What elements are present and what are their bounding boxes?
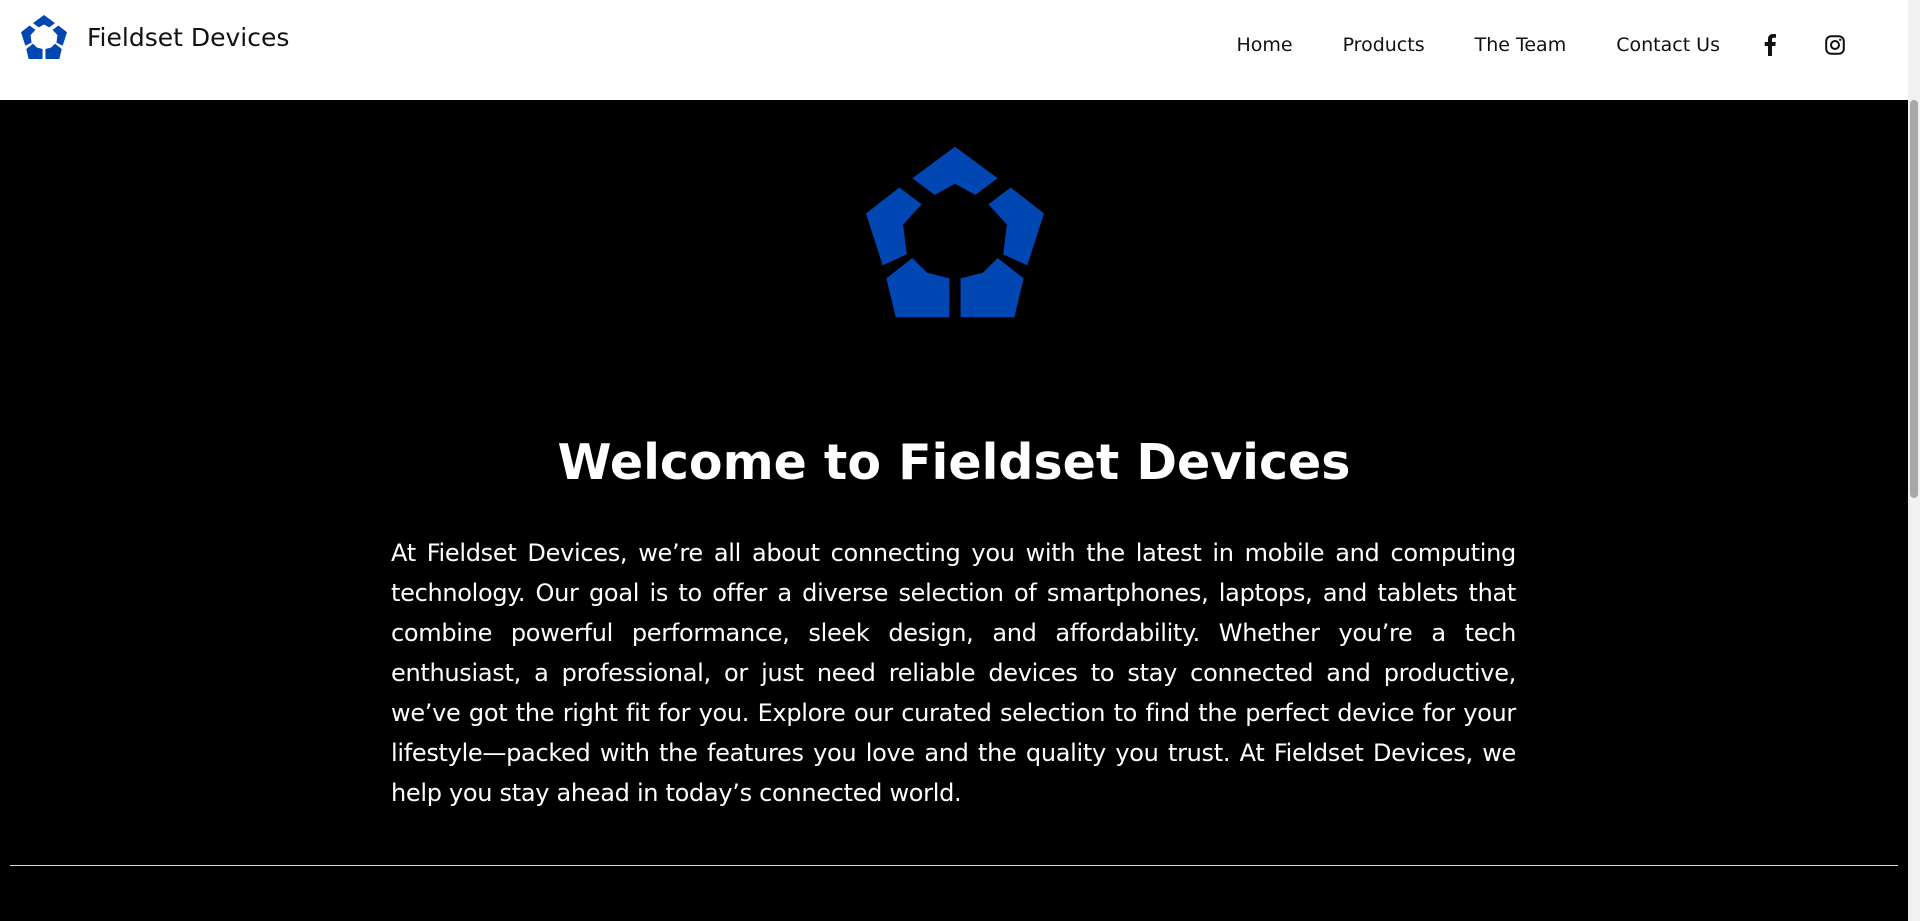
site-header: Fieldset Devices Home Products The Team … [0, 0, 1908, 100]
nav-contact-us[interactable]: Contact Us [1616, 32, 1720, 58]
social-links [1757, 32, 1848, 58]
brand-name: Fieldset Devices [87, 22, 290, 52]
nav-the-team[interactable]: The Team [1475, 32, 1567, 58]
hero-pentagon-logo-icon [866, 146, 1044, 318]
section-divider [10, 865, 1898, 866]
pentagon-logo-icon [21, 14, 67, 60]
hero-description: At Fieldset Devices, we’re all about con… [391, 539, 1516, 807]
page: Fieldset Devices Home Products The Team … [0, 0, 1920, 921]
hero-title: Welcome to Fieldset Devices [557, 434, 1351, 491]
brand-link[interactable]: Fieldset Devices [20, 14, 289, 60]
nav-home[interactable]: Home [1236, 32, 1292, 58]
instagram-icon [1825, 35, 1845, 55]
scrollbar[interactable] [1908, 0, 1920, 921]
facebook-icon [1764, 34, 1776, 56]
instagram-link[interactable] [1822, 32, 1848, 58]
facebook-link[interactable] [1757, 32, 1783, 58]
scrollbar-thumb[interactable] [1910, 100, 1918, 498]
nav-products[interactable]: Products [1343, 32, 1425, 58]
main-nav: Home Products The Team Contact Us [1236, 32, 1720, 58]
